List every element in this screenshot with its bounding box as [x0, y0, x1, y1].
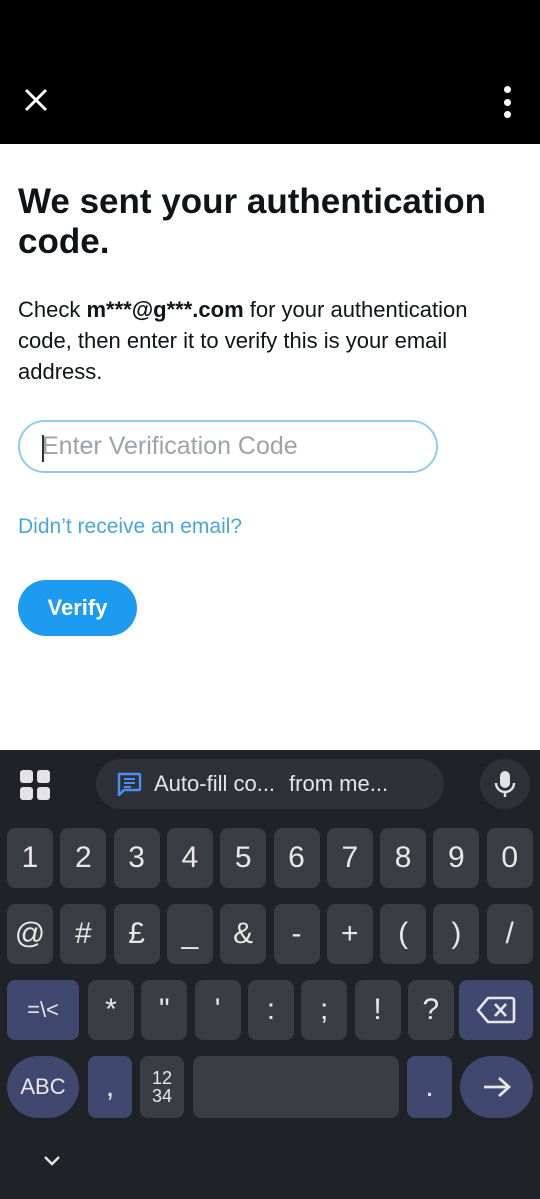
- chevron-down-icon[interactable]: [42, 1155, 62, 1167]
- backspace-icon: [476, 996, 516, 1024]
- key-3[interactable]: 3: [113, 828, 160, 888]
- masked-email: m***@g***.com: [86, 297, 244, 322]
- key-double-quote[interactable]: ": [141, 980, 188, 1040]
- key-9[interactable]: 9: [433, 828, 480, 888]
- suggestion-part2: from me...: [289, 771, 389, 796]
- kebab-dot: [503, 111, 511, 118]
- key-7[interactable]: 7: [326, 828, 373, 888]
- period-key[interactable]: .: [407, 1056, 452, 1118]
- numpad-top: 12: [151, 1068, 173, 1088]
- key-pound[interactable]: £: [113, 904, 160, 964]
- comma-key[interactable]: ,: [88, 1056, 132, 1118]
- numpad-bottom: 34: [151, 1086, 173, 1106]
- page-title: We sent your authentication code.: [18, 182, 487, 261]
- key-slash[interactable]: /: [486, 904, 533, 964]
- enter-key[interactable]: [460, 1056, 533, 1118]
- key-single-quote[interactable]: ': [194, 980, 241, 1040]
- microphone-button[interactable]: [480, 759, 530, 809]
- status-bar: [0, 0, 540, 60]
- key-2[interactable]: 2: [60, 828, 107, 888]
- microphone-icon: [494, 771, 516, 797]
- key-0[interactable]: 0: [486, 828, 533, 888]
- verification-code-field: [18, 420, 438, 473]
- key-close-paren[interactable]: ): [433, 904, 480, 964]
- resend-email-link[interactable]: Didn’t receive an email?: [18, 515, 242, 539]
- verification-code-input[interactable]: [20, 422, 436, 471]
- key-hash[interactable]: #: [60, 904, 107, 964]
- key-question[interactable]: ?: [407, 980, 454, 1040]
- desc-prefix: Check: [18, 297, 87, 322]
- key-at[interactable]: @: [7, 904, 53, 964]
- apps-grid-icon[interactable]: [20, 770, 50, 800]
- x-close-icon[interactable]: [22, 86, 50, 114]
- kebab-menu-icon[interactable]: [494, 86, 520, 118]
- space-key[interactable]: [193, 1056, 399, 1118]
- page-description: Check m***@g***.com for your authenticat…: [18, 294, 523, 387]
- key-8[interactable]: 8: [380, 828, 427, 888]
- verify-button[interactable]: Verify: [18, 580, 137, 636]
- key-plus[interactable]: +: [326, 904, 373, 964]
- backspace-key[interactable]: [459, 980, 533, 1040]
- key-1[interactable]: 1: [7, 828, 53, 888]
- symbols-toggle-key[interactable]: =\<: [7, 980, 79, 1040]
- kebab-dot: [503, 86, 511, 93]
- key-ampersand[interactable]: &: [220, 904, 267, 964]
- numpad-key[interactable]: 12 34: [140, 1056, 184, 1118]
- key-asterisk[interactable]: *: [88, 980, 134, 1040]
- key-open-paren[interactable]: (: [380, 904, 427, 964]
- key-underscore[interactable]: _: [166, 904, 213, 964]
- suggestion-part1: Auto-fill co...: [154, 771, 276, 796]
- text-caret: [42, 435, 44, 462]
- key-exclamation[interactable]: !: [354, 980, 401, 1040]
- suggestion-text: Auto-fill co... from me...: [154, 771, 388, 797]
- verification-content: We sent your authentication code. Check …: [0, 144, 540, 750]
- key-6[interactable]: 6: [273, 828, 320, 888]
- key-minus[interactable]: -: [273, 904, 320, 964]
- autofill-suggestion[interactable]: Auto-fill co... from me...: [96, 759, 444, 809]
- abc-key[interactable]: ABC: [7, 1056, 79, 1118]
- message-icon: [117, 772, 142, 796]
- key-5[interactable]: 5: [220, 828, 267, 888]
- key-4[interactable]: 4: [166, 828, 213, 888]
- key-semicolon[interactable]: ;: [301, 980, 348, 1040]
- enter-arrow-icon: [483, 1076, 511, 1098]
- kebab-dot: [503, 98, 511, 106]
- on-screen-keyboard: Auto-fill co... from me... 1234567890 @ # £…: [0, 750, 540, 1199]
- top-app-bar: [0, 60, 540, 144]
- key-colon[interactable]: :: [247, 980, 294, 1040]
